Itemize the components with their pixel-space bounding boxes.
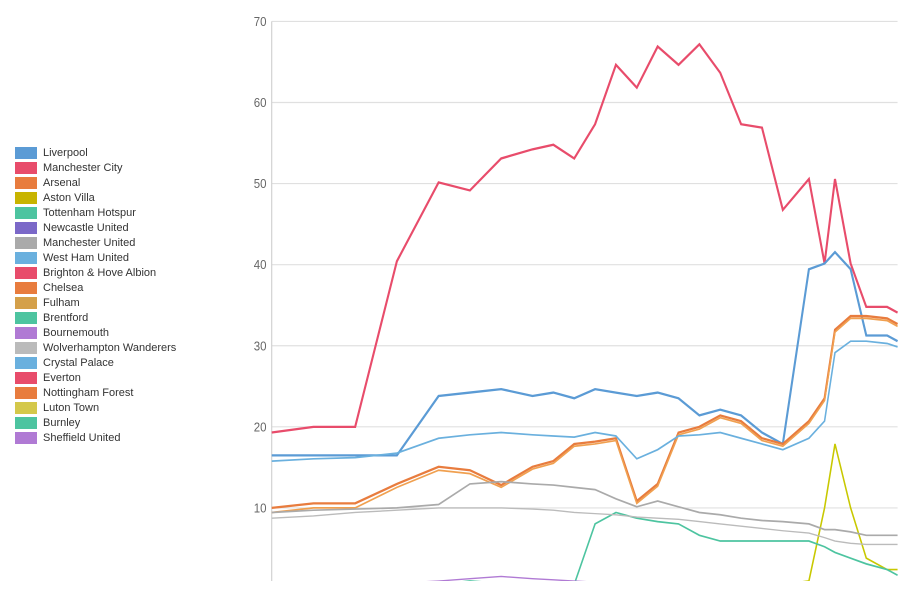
svg-text:30: 30 (254, 339, 267, 354)
legend-label-text: Arsenal (43, 177, 80, 189)
legend-label-text: Tottenham Hotspur (43, 207, 136, 219)
legend-item-manchester-united: Manchester United (15, 237, 230, 249)
line-chelsea (272, 318, 898, 512)
legend-color-swatch (15, 402, 37, 414)
legend-color-swatch (15, 357, 37, 369)
legend-color-swatch (15, 252, 37, 264)
legend-item-fulham: Fulham (15, 297, 230, 309)
legend-item-luton-town: Luton Town (15, 402, 230, 414)
legend-item-everton: Everton (15, 372, 230, 384)
legend-label-text: Nottingham Forest (43, 387, 133, 399)
legend-label-text: Sheffield United (43, 432, 120, 444)
legend-item-manchester-city: Manchester City (15, 162, 230, 174)
legend-color-swatch (15, 147, 37, 159)
legend-color-swatch (15, 177, 37, 189)
legend-item-sheffield-united: Sheffield United (15, 432, 230, 444)
legend-label-text: Aston Villa (43, 192, 95, 204)
legend-color-swatch (15, 192, 37, 204)
legend-item-tottenham-hotspur: Tottenham Hotspur (15, 207, 230, 219)
legend-label-text: Burnley (43, 417, 80, 429)
line-arsenal (272, 316, 898, 508)
legend-item-brentford: Brentford (15, 312, 230, 324)
legend-color-swatch (15, 162, 37, 174)
legend-label-text: Liverpool (43, 147, 88, 159)
legend-color-swatch (15, 432, 37, 444)
chart-area: 70 60 50 40 30 20 10 0 (230, 10, 908, 581)
legend-label-text: Everton (43, 372, 81, 384)
svg-text:40: 40 (254, 258, 267, 273)
svg-text:60: 60 (254, 96, 267, 111)
legend-item-nottingham-forest: Nottingham Forest (15, 387, 230, 399)
legend-label-text: Wolverhampton Wanderers (43, 342, 176, 354)
legend-color-swatch (15, 387, 37, 399)
svg-text:20: 20 (254, 420, 267, 435)
legend-item-newcastle-united: Newcastle United (15, 222, 230, 234)
svg-text:70: 70 (254, 15, 267, 30)
legend-item-wolverhampton-wanderers: Wolverhampton Wanderers (15, 342, 230, 354)
legend-item-aston-villa: Aston Villa (15, 192, 230, 204)
legend-item-burnley: Burnley (15, 417, 230, 429)
main-container: Liverpool Manchester City Arsenal Aston Vil… (0, 0, 918, 591)
line-wolves (272, 508, 898, 545)
legend-item-liverpool: Liverpool (15, 147, 230, 159)
legend-color-swatch (15, 372, 37, 384)
legend-item-crystal-palace: Crystal Palace (15, 357, 230, 369)
legend-label-text: Luton Town (43, 402, 99, 414)
legend-item-brighton-&-hove-albion: Brighton & Hove Albion (15, 267, 230, 279)
legend-label-text: Newcastle United (43, 222, 129, 234)
legend-color-swatch (15, 267, 37, 279)
legend-label-text: Crystal Palace (43, 357, 114, 369)
legend-label-text: Brighton & Hove Albion (43, 267, 156, 279)
legend-item-west-ham-united: West Ham United (15, 252, 230, 264)
legend-color-swatch (15, 237, 37, 249)
legend-label-text: Chelsea (43, 282, 83, 294)
legend-color-swatch (15, 297, 37, 309)
legend-label-text: Fulham (43, 297, 80, 309)
legend-color-swatch (15, 342, 37, 354)
svg-text:50: 50 (254, 177, 267, 192)
legend-label-text: Manchester United (43, 237, 135, 249)
legend-item-chelsea: Chelsea (15, 282, 230, 294)
legend-label-text: West Ham United (43, 252, 129, 264)
line-bournemouth (272, 576, 898, 581)
chart-legend: Liverpool Manchester City Arsenal Aston Vil… (10, 10, 230, 581)
legend-item-bournemouth: Bournemouth (15, 327, 230, 339)
legend-color-swatch (15, 327, 37, 339)
legend-color-swatch (15, 417, 37, 429)
legend-item-arsenal: Arsenal (15, 177, 230, 189)
legend-color-swatch (15, 222, 37, 234)
legend-color-swatch (15, 282, 37, 294)
legend-label-text: Bournemouth (43, 327, 109, 339)
chart-svg-container: 70 60 50 40 30 20 10 0 (230, 10, 908, 581)
legend-label-text: Manchester City (43, 162, 122, 174)
svg-text:10: 10 (254, 501, 267, 516)
legend-color-swatch (15, 312, 37, 324)
legend-color-swatch (15, 207, 37, 219)
legend-label-text: Brentford (43, 312, 88, 324)
chart-svg: 70 60 50 40 30 20 10 0 (230, 10, 908, 581)
